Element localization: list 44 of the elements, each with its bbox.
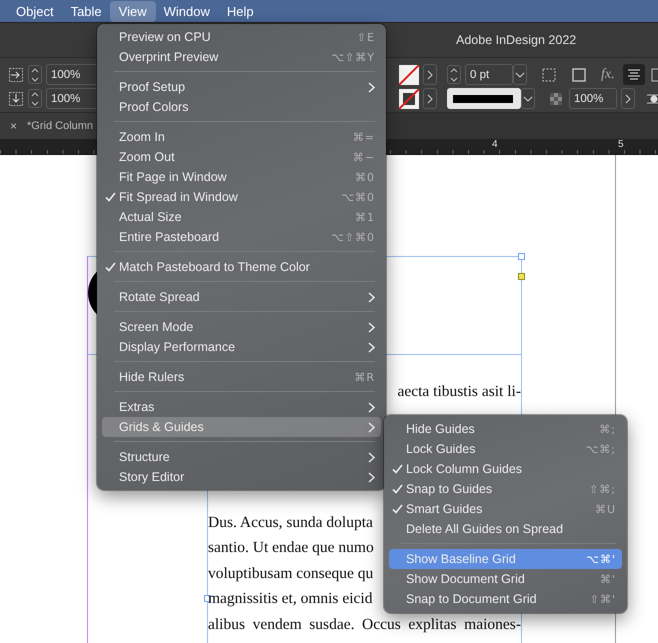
body-text-line: voluptibusam conseque qu: [208, 564, 374, 584]
menu-item[interactable]: Screen Mode: [102, 317, 381, 337]
menu-item[interactable]: Show Document Grid ⌘': [389, 569, 622, 589]
menu-item[interactable]: Preview on CPU ⇧E: [102, 27, 381, 47]
menu-item[interactable]: Grids & Guides: [102, 417, 381, 437]
body-text-line: magnissitis et, omnis eicid: [208, 589, 372, 609]
menu-item[interactable]: Snap to Guides ⇧⌘;: [389, 479, 622, 499]
menu-item[interactable]: Show Baseline Grid ⌥⌘': [389, 549, 622, 569]
stroke-weight-field[interactable]: 0 pt: [465, 64, 513, 85]
menu-item[interactable]: Overprint Preview ⌥⇧⌘Y: [102, 47, 381, 67]
menu-item[interactable]: Actual Size ⌘1: [102, 207, 381, 227]
menu-item[interactable]: Hide Guides ⌘;: [389, 419, 622, 439]
menu-bar-item[interactable]: View: [110, 0, 156, 22]
tab-label: *Grid Column: [27, 120, 94, 132]
menu-item[interactable]: Lock Column Guides: [389, 459, 622, 479]
menu-item[interactable]: Story Editor: [102, 467, 381, 487]
menu-item[interactable]: Hide Rulers ⌘R: [102, 367, 381, 387]
body-text-line: alibus vendem susdae. Occus explitas maiones-: [208, 614, 521, 634]
ruler-label: 4: [492, 139, 498, 150]
menu-bar-item[interactable]: Window: [154, 0, 219, 22]
menu-item[interactable]: Display Performance: [102, 337, 381, 357]
menu-item[interactable]: Snap to Document Grid ⇧⌘': [389, 589, 622, 609]
effects-button[interactable]: fx.: [601, 66, 615, 82]
close-button[interactable]: ×: [10, 119, 18, 133]
opacity-field[interactable]: 100%: [569, 88, 617, 109]
menu-item[interactable]: Structure: [102, 447, 381, 467]
menu-item[interactable]: Fit Spread in Window ⌥⌘0: [102, 187, 381, 207]
menu-item[interactable]: Fit Page in Window ⌘0: [102, 167, 381, 187]
menu-item[interactable]: Entire Pasteboard ⌥⇧⌘0: [102, 227, 381, 247]
ruler-label: 5: [618, 139, 624, 150]
menu-item[interactable]: Rotate Spread: [102, 287, 381, 307]
menu-item[interactable]: Lock Guides ⌥⌘;: [389, 439, 622, 459]
menu-item[interactable]: Delete All Guides on Spread: [389, 519, 622, 539]
menu-item[interactable]: Match Pasteboard to Theme Color: [102, 257, 381, 277]
menu-item[interactable]: Smart Guides ⌘U: [389, 499, 622, 519]
menu-bar-item[interactable]: Table: [62, 0, 111, 22]
window-title: Adobe InDesign 2022: [456, 33, 576, 47]
menu-item[interactable]: Zoom Out ⌘−: [102, 147, 381, 167]
body-text-line: santio. Ut endae que numo: [208, 538, 374, 558]
body-text-line: aecta tibustis asit li-: [397, 382, 521, 402]
menu-bar-item[interactable]: Object: [7, 0, 63, 22]
menu-item[interactable]: Extras: [102, 397, 381, 417]
body-text-line: Dus. Accus, sunda dolupta: [208, 512, 373, 532]
menu-bar-item[interactable]: Help: [218, 0, 263, 22]
